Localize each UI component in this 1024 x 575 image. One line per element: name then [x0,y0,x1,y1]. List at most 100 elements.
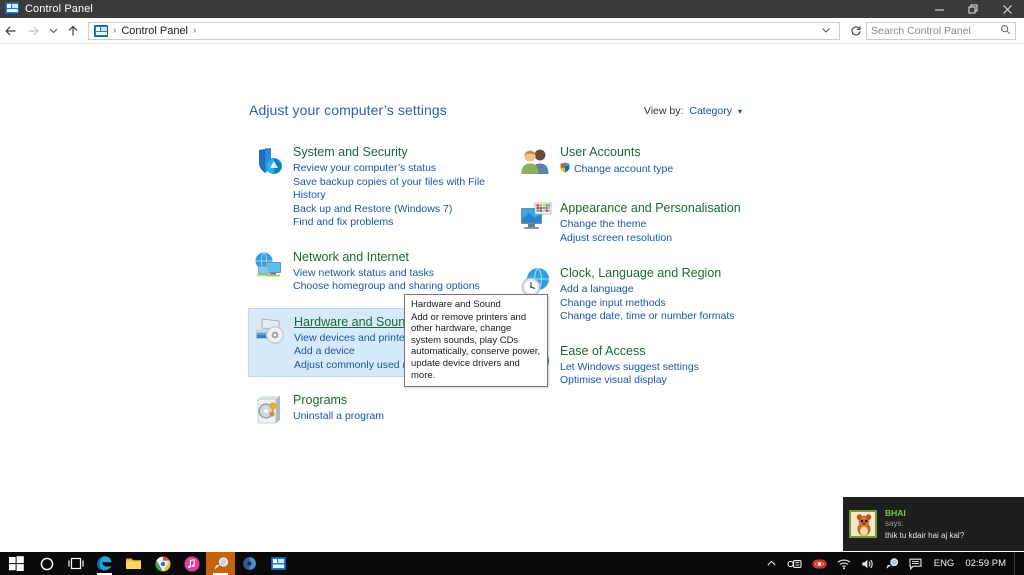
search-placeholder: Search Control Panel [871,24,971,37]
chrome-browser[interactable] [148,552,177,575]
category-body: Appearance and Personalisation Change th… [556,199,776,245]
category-title[interactable]: Network and Internet [293,249,409,265]
tray-language[interactable]: ENG [927,558,962,569]
uac-shield-icon [560,162,570,178]
forward-arrow-icon[interactable] [22,20,44,42]
category-link[interactable]: Change input methods [560,297,776,311]
control-panel-content: Adjust your computer’s settings View by:… [0,44,1024,552]
appearance-monitor-palette-icon [516,199,556,245]
chevron-down-icon[interactable] [44,20,62,42]
refresh-icon[interactable] [846,22,866,40]
chat-notification[interactable]: BHAI says: thik tu kdair hai aj kal? [843,497,1024,551]
chevron-down-icon[interactable]: ▾ [738,107,742,116]
red-shield-icon[interactable] [807,552,832,575]
category-link[interactable]: View network status and tasks [293,267,511,281]
window-title: Control Panel [25,3,93,15]
category-link[interactable]: Change the theme [560,218,776,232]
messenger-app[interactable] [206,552,235,575]
minimize-icon[interactable] [922,0,956,18]
notification-text: BHAI says: thik tu kdair hai aj kal? [885,508,1018,541]
system-tray: ENG 02:59 PM [761,552,1024,575]
chevron-up-icon[interactable] [761,552,782,575]
category-body: User Accounts Change account type [556,143,776,179]
start-button[interactable] [0,552,32,575]
tray-clock[interactable]: 02:59 PM [961,558,1014,569]
category-link[interactable]: Find and fix problems [293,216,511,230]
category-clock-language-and-region[interactable]: Clock, Language and Region Add a languag… [516,260,776,328]
device-icon[interactable] [782,552,807,575]
desktop: Control Panel › Control Panel › Search C… [0,0,1024,575]
view-by-label: View by: [643,105,684,117]
category-link-row[interactable]: Change account type [560,162,776,178]
category-system-and-security[interactable]: System and Security Review your computer… [249,139,511,234]
taskbar: ENG 02:59 PM [0,552,1024,575]
category-network-and-internet[interactable]: Network and Internet View network status… [249,244,511,298]
category-title[interactable]: Clock, Language and Region [560,265,721,281]
avatar [849,510,877,538]
window-title-bar[interactable]: Control Panel [0,0,1024,18]
category-link[interactable]: Add a language [560,283,776,297]
file-explorer[interactable] [119,552,148,575]
category-link[interactable]: Choose homegroup and sharing options [293,280,511,294]
category-title[interactable]: Programs [293,392,347,408]
close-icon[interactable] [990,0,1024,18]
breadcrumb-trailing-separator[interactable]: › [191,25,198,36]
view-by-control: View by: Category ▾ [644,105,742,117]
network-globe-monitor-icon [249,248,289,294]
cortana-search[interactable] [32,552,61,575]
breadcrumb-separator: › [113,25,117,36]
page-title: Adjust your computer’s settings [249,102,447,118]
edge-browser[interactable] [90,552,119,575]
category-link[interactable]: Review your computer’s status [293,162,511,176]
category-link: Change account type [574,163,674,175]
category-body: Network and Internet View network status… [289,248,511,294]
show-desktop-button[interactable] [1014,552,1020,575]
category-link[interactable]: Change date, time or number formats [560,310,776,324]
media-app[interactable] [235,552,264,575]
printer-speaker-icon [250,313,290,373]
control-panel-window[interactable] [264,552,293,575]
navigation-bar: › Control Panel › Search Control Panel [0,18,1024,44]
notification-says-label: says: [885,518,904,528]
category-ease-of-access[interactable]: Ease of Access Let Windows suggest setti… [516,338,776,392]
category-link[interactable]: Save backup copies of your files with Fi… [293,176,511,203]
restore-icon[interactable] [956,0,990,18]
address-bar[interactable]: › Control Panel › [88,21,840,40]
category-appearance-and-personalisation[interactable]: Appearance and Personalisation Change th… [516,195,776,249]
programs-cd-box-icon [249,391,289,427]
category-body: Programs Uninstall a program [289,391,511,427]
notification-sender: BHAI [885,507,906,518]
chevron-down-icon[interactable] [815,25,837,37]
category-link[interactable]: Back up and Restore (Windows 7) [293,203,511,217]
action-center-icon[interactable] [904,552,927,575]
tooltip: Hardware and Sound Add or remove printer… [404,294,548,388]
tooltip-title: Hardware and Sound [411,299,501,310]
back-arrow-icon[interactable] [0,20,22,42]
category-title[interactable]: User Accounts [560,144,641,160]
comet-icon[interactable] [880,552,904,575]
category-link[interactable]: Optimise visual display [560,374,776,388]
up-arrow-icon[interactable] [62,20,84,42]
category-title[interactable]: Ease of Access [560,343,645,359]
category-programs[interactable]: Programs Uninstall a program [249,387,511,431]
view-by-value[interactable]: Category [689,105,732,117]
tooltip-body: Add or remove printers and other hardwar… [411,311,541,381]
shield-security-icon [249,143,289,230]
category-column-right: User Accounts Change account type Appear… [516,139,776,392]
breadcrumb-item-control-panel[interactable]: Control Panel [118,25,191,37]
speaker-icon[interactable] [856,552,880,575]
search-input[interactable]: Search Control Panel [866,21,1016,40]
category-link[interactable]: Let Windows suggest settings [560,361,776,375]
user-accounts-people-icon [516,143,556,179]
category-title[interactable]: Hardware and Sound [294,314,412,330]
itunes[interactable] [177,552,206,575]
control-panel-icon [94,24,108,37]
category-title[interactable]: Appearance and Personalisation [560,200,741,216]
category-user-accounts[interactable]: User Accounts Change account type [516,139,776,183]
search-icon[interactable] [1000,24,1011,38]
wifi-icon[interactable] [832,552,856,575]
category-link[interactable]: Uninstall a program [293,410,511,424]
task-view[interactable] [61,552,90,575]
category-title[interactable]: System and Security [293,144,408,160]
category-link[interactable]: Adjust screen resolution [560,232,776,246]
